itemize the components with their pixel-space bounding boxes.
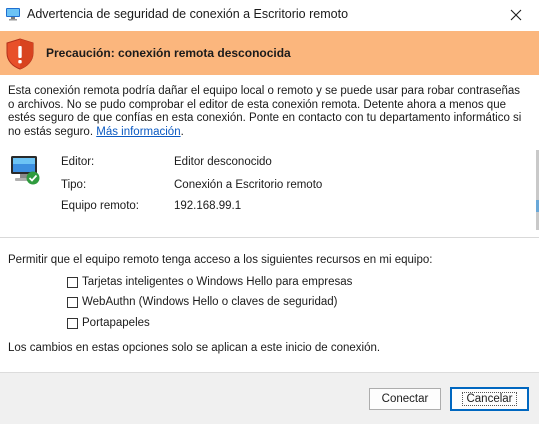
connect-button[interactable]: Conectar [369, 388, 441, 410]
clipboard-checkbox[interactable]: Portapapeles [67, 317, 150, 329]
more-info-link[interactable]: Más información [96, 126, 180, 138]
window-title: Advertencia de seguridad de conexión a E… [27, 7, 349, 21]
description-text: Esta conexión remota podría dañar el equ… [8, 85, 528, 139]
divider [0, 237, 539, 238]
remote-connection-icon [11, 156, 40, 185]
title-bar[interactable]: Advertencia de seguridad de conexión a E… [0, 0, 539, 30]
smart-cards-label: Tarjetas inteligentes o Windows Hello pa… [82, 276, 353, 288]
remote-computer-label: Equipo remoto: [61, 200, 139, 212]
permissions-intro: Permitir que el equipo remoto tenga acce… [8, 254, 433, 266]
type-label: Tipo: [61, 179, 87, 191]
webauthn-checkbox[interactable]: WebAuthn (Windows Hello o claves de segu… [67, 296, 337, 308]
close-icon [510, 9, 522, 21]
button-bar: Conectar Cancelar [0, 372, 539, 424]
checkbox-box[interactable] [67, 276, 78, 288]
checkbox-box[interactable] [67, 296, 78, 308]
publisher-label: Editor: [61, 156, 95, 168]
publisher-value: Editor desconocido [174, 156, 272, 168]
cancel-button-label: Cancelar [462, 392, 517, 406]
banner-heading: Precaución: conexión remota desconocida [46, 46, 291, 60]
warning-shield-icon [6, 38, 34, 70]
clipboard-label: Portapapeles [82, 317, 150, 329]
checkbox-box[interactable] [67, 317, 78, 329]
webauthn-label: WebAuthn (Windows Hello o claves de segu… [82, 296, 338, 308]
description-period: . [180, 125, 184, 138]
cancel-button[interactable]: Cancelar [450, 387, 529, 411]
remote-computer-value: 192.168.99.1 [174, 200, 242, 212]
security-warning-dialog: Advertencia de seguridad de conexión a E… [0, 0, 539, 424]
close-button[interactable] [493, 0, 539, 30]
warning-banner: Precaución: conexión remota desconocida [0, 31, 539, 75]
permissions-note: Los cambios en estas opciones solo se ap… [8, 342, 381, 354]
smart-cards-checkbox[interactable]: Tarjetas inteligentes o Windows Hello pa… [67, 276, 352, 288]
remote-desktop-icon [6, 8, 20, 21]
description-body: Esta conexión remota podría dañar el equ… [8, 85, 522, 138]
type-value: Conexión a Escritorio remoto [174, 179, 323, 191]
